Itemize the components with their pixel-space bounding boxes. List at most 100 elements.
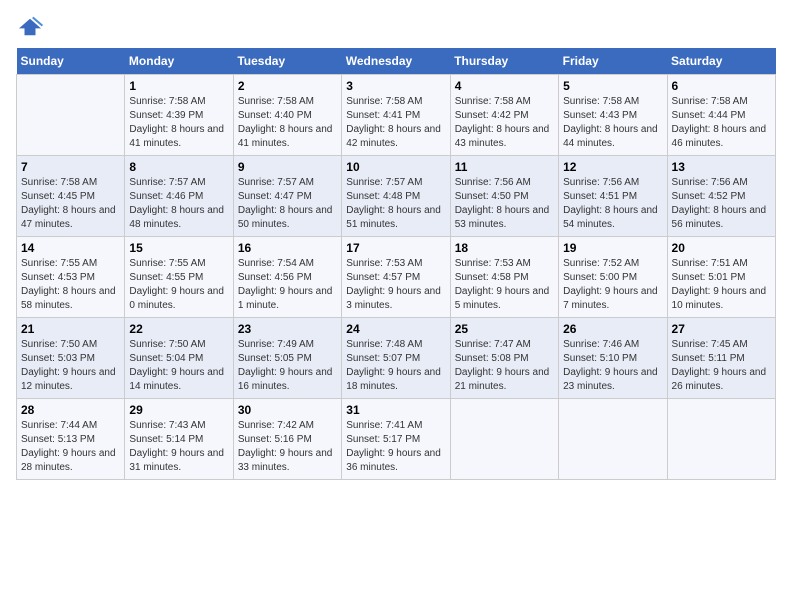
calendar-table: SundayMondayTuesdayWednesdayThursdayFrid…	[16, 48, 776, 480]
calendar-cell: 2 Sunrise: 7:58 AM Sunset: 4:40 PM Dayli…	[233, 75, 341, 156]
day-number: 31	[346, 403, 445, 417]
sunset-text: Sunset: 5:13 PM	[21, 434, 95, 445]
calendar-cell: 22 Sunrise: 7:50 AM Sunset: 5:04 PM Dayl…	[125, 318, 233, 399]
daylight-text: Daylight: 8 hours and 50 minutes.	[238, 205, 333, 230]
daylight-text: Daylight: 9 hours and 36 minutes.	[346, 448, 441, 473]
daylight-text: Daylight: 8 hours and 58 minutes.	[21, 286, 116, 311]
calendar-week-1: 1 Sunrise: 7:58 AM Sunset: 4:39 PM Dayli…	[17, 75, 776, 156]
calendar-cell: 8 Sunrise: 7:57 AM Sunset: 4:46 PM Dayli…	[125, 156, 233, 237]
calendar-cell: 5 Sunrise: 7:58 AM Sunset: 4:43 PM Dayli…	[559, 75, 667, 156]
day-number: 18	[455, 241, 554, 255]
sunset-text: Sunset: 5:16 PM	[238, 434, 312, 445]
calendar-cell: 27 Sunrise: 7:45 AM Sunset: 5:11 PM Dayl…	[667, 318, 775, 399]
calendar-cell: 26 Sunrise: 7:46 AM Sunset: 5:10 PM Dayl…	[559, 318, 667, 399]
sunrise-text: Sunrise: 7:44 AM	[21, 420, 97, 431]
day-number: 1	[129, 79, 228, 93]
sunrise-text: Sunrise: 7:45 AM	[672, 339, 748, 350]
sunset-text: Sunset: 5:03 PM	[21, 353, 95, 364]
day-number: 5	[563, 79, 662, 93]
sunset-text: Sunset: 5:05 PM	[238, 353, 312, 364]
day-number: 27	[672, 322, 771, 336]
calendar-header-row: SundayMondayTuesdayWednesdayThursdayFrid…	[17, 48, 776, 75]
sunrise-text: Sunrise: 7:42 AM	[238, 420, 314, 431]
day-number: 13	[672, 160, 771, 174]
sunset-text: Sunset: 4:46 PM	[129, 191, 203, 202]
day-number: 20	[672, 241, 771, 255]
sunrise-text: Sunrise: 7:57 AM	[129, 177, 205, 188]
daylight-text: Daylight: 8 hours and 42 minutes.	[346, 124, 441, 149]
sunrise-text: Sunrise: 7:47 AM	[455, 339, 531, 350]
sunset-text: Sunset: 4:47 PM	[238, 191, 312, 202]
sunset-text: Sunset: 4:41 PM	[346, 110, 420, 121]
calendar-cell: 11 Sunrise: 7:56 AM Sunset: 4:50 PM Dayl…	[450, 156, 558, 237]
sunrise-text: Sunrise: 7:53 AM	[346, 258, 422, 269]
day-number: 15	[129, 241, 228, 255]
day-number: 19	[563, 241, 662, 255]
daylight-text: Daylight: 9 hours and 0 minutes.	[129, 286, 224, 311]
daylight-text: Daylight: 9 hours and 18 minutes.	[346, 367, 441, 392]
day-number: 25	[455, 322, 554, 336]
calendar-cell: 23 Sunrise: 7:49 AM Sunset: 5:05 PM Dayl…	[233, 318, 341, 399]
calendar-week-4: 21 Sunrise: 7:50 AM Sunset: 5:03 PM Dayl…	[17, 318, 776, 399]
day-header-saturday: Saturday	[667, 48, 775, 75]
sunset-text: Sunset: 4:53 PM	[21, 272, 95, 283]
day-header-monday: Monday	[125, 48, 233, 75]
sunrise-text: Sunrise: 7:58 AM	[346, 96, 422, 107]
calendar-cell: 9 Sunrise: 7:57 AM Sunset: 4:47 PM Dayli…	[233, 156, 341, 237]
sunrise-text: Sunrise: 7:58 AM	[129, 96, 205, 107]
daylight-text: Daylight: 8 hours and 54 minutes.	[563, 205, 658, 230]
calendar-cell: 30 Sunrise: 7:42 AM Sunset: 5:16 PM Dayl…	[233, 399, 341, 480]
day-info: Sunrise: 7:54 AM Sunset: 4:56 PM Dayligh…	[238, 257, 337, 313]
day-info: Sunrise: 7:57 AM Sunset: 4:46 PM Dayligh…	[129, 176, 228, 232]
sunrise-text: Sunrise: 7:43 AM	[129, 420, 205, 431]
daylight-text: Daylight: 8 hours and 41 minutes.	[238, 124, 333, 149]
daylight-text: Daylight: 9 hours and 14 minutes.	[129, 367, 224, 392]
calendar-cell	[667, 399, 775, 480]
sunset-text: Sunset: 4:56 PM	[238, 272, 312, 283]
logo	[16, 16, 48, 38]
sunrise-text: Sunrise: 7:52 AM	[563, 258, 639, 269]
sunrise-text: Sunrise: 7:58 AM	[563, 96, 639, 107]
sunrise-text: Sunrise: 7:48 AM	[346, 339, 422, 350]
calendar-cell	[450, 399, 558, 480]
sunset-text: Sunset: 4:44 PM	[672, 110, 746, 121]
sunset-text: Sunset: 5:01 PM	[672, 272, 746, 283]
logo-icon	[16, 16, 44, 38]
day-info: Sunrise: 7:49 AM Sunset: 5:05 PM Dayligh…	[238, 338, 337, 394]
calendar-cell: 7 Sunrise: 7:58 AM Sunset: 4:45 PM Dayli…	[17, 156, 125, 237]
daylight-text: Daylight: 8 hours and 43 minutes.	[455, 124, 550, 149]
day-info: Sunrise: 7:57 AM Sunset: 4:47 PM Dayligh…	[238, 176, 337, 232]
daylight-text: Daylight: 9 hours and 3 minutes.	[346, 286, 441, 311]
daylight-text: Daylight: 9 hours and 1 minute.	[238, 286, 333, 311]
sunrise-text: Sunrise: 7:50 AM	[21, 339, 97, 350]
sunset-text: Sunset: 5:08 PM	[455, 353, 529, 364]
calendar-cell: 16 Sunrise: 7:54 AM Sunset: 4:56 PM Dayl…	[233, 237, 341, 318]
sunrise-text: Sunrise: 7:49 AM	[238, 339, 314, 350]
sunset-text: Sunset: 5:14 PM	[129, 434, 203, 445]
day-number: 29	[129, 403, 228, 417]
sunrise-text: Sunrise: 7:46 AM	[563, 339, 639, 350]
daylight-text: Daylight: 9 hours and 23 minutes.	[563, 367, 658, 392]
calendar-cell: 25 Sunrise: 7:47 AM Sunset: 5:08 PM Dayl…	[450, 318, 558, 399]
sunset-text: Sunset: 5:04 PM	[129, 353, 203, 364]
day-header-wednesday: Wednesday	[342, 48, 450, 75]
day-info: Sunrise: 7:52 AM Sunset: 5:00 PM Dayligh…	[563, 257, 662, 313]
calendar-cell: 3 Sunrise: 7:58 AM Sunset: 4:41 PM Dayli…	[342, 75, 450, 156]
day-info: Sunrise: 7:50 AM Sunset: 5:04 PM Dayligh…	[129, 338, 228, 394]
day-info: Sunrise: 7:58 AM Sunset: 4:42 PM Dayligh…	[455, 95, 554, 151]
sunset-text: Sunset: 4:55 PM	[129, 272, 203, 283]
sunrise-text: Sunrise: 7:58 AM	[21, 177, 97, 188]
day-number: 6	[672, 79, 771, 93]
calendar-cell: 24 Sunrise: 7:48 AM Sunset: 5:07 PM Dayl…	[342, 318, 450, 399]
day-number: 30	[238, 403, 337, 417]
calendar-cell: 15 Sunrise: 7:55 AM Sunset: 4:55 PM Dayl…	[125, 237, 233, 318]
sunrise-text: Sunrise: 7:55 AM	[21, 258, 97, 269]
day-info: Sunrise: 7:50 AM Sunset: 5:03 PM Dayligh…	[21, 338, 120, 394]
day-info: Sunrise: 7:56 AM Sunset: 4:50 PM Dayligh…	[455, 176, 554, 232]
day-number: 10	[346, 160, 445, 174]
calendar-cell: 12 Sunrise: 7:56 AM Sunset: 4:51 PM Dayl…	[559, 156, 667, 237]
day-info: Sunrise: 7:58 AM Sunset: 4:43 PM Dayligh…	[563, 95, 662, 151]
sunset-text: Sunset: 4:58 PM	[455, 272, 529, 283]
day-number: 12	[563, 160, 662, 174]
sunrise-text: Sunrise: 7:50 AM	[129, 339, 205, 350]
